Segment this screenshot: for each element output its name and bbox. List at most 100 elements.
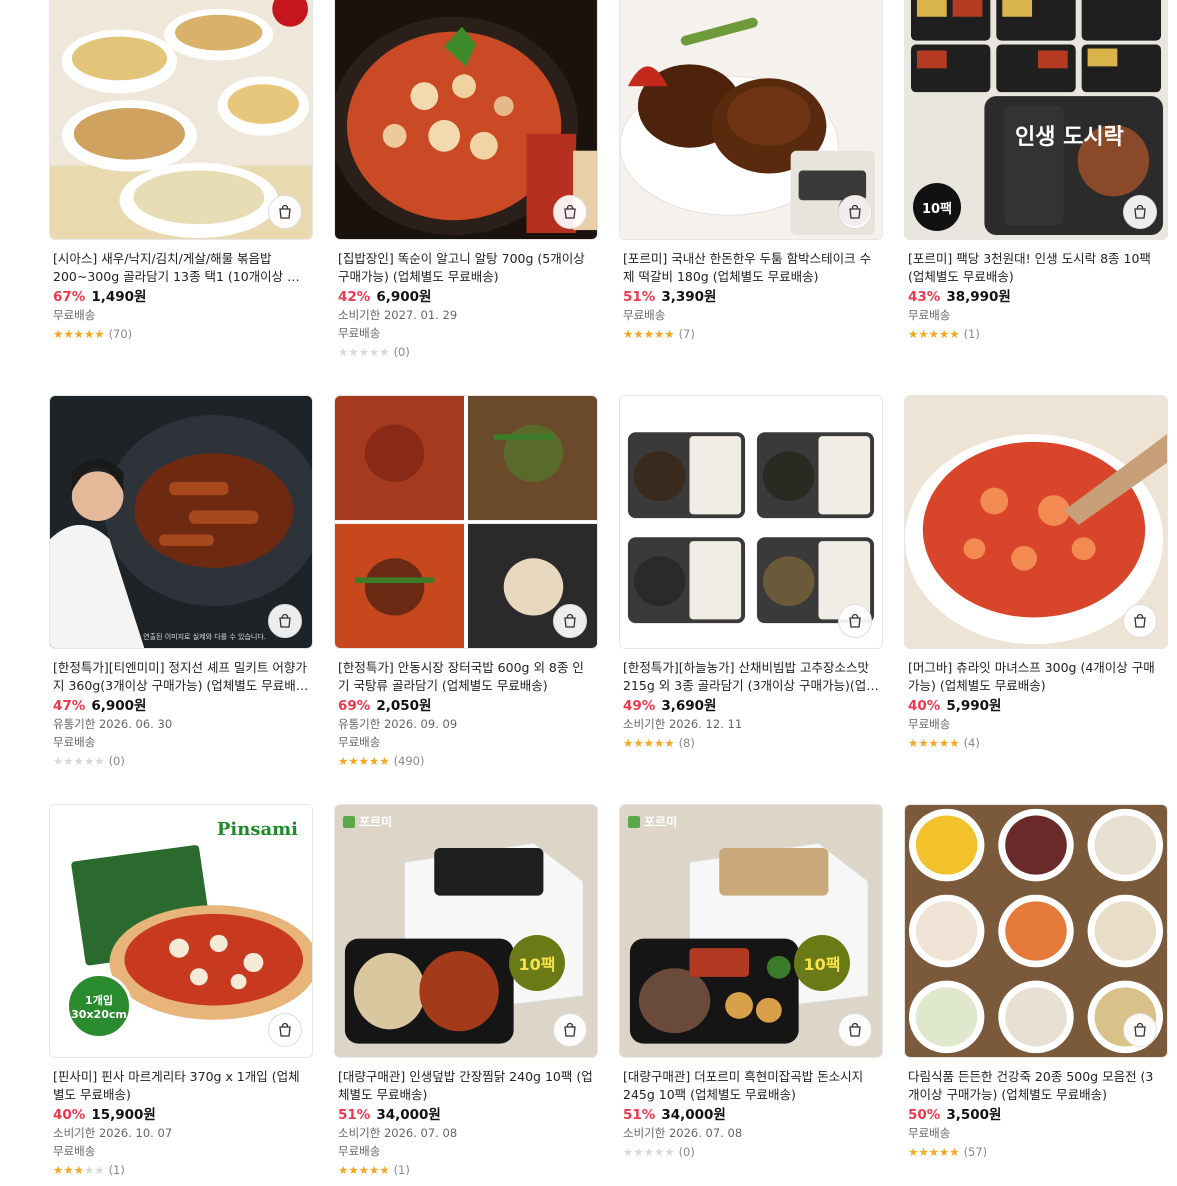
shopping-bag-icon	[279, 204, 291, 219]
product-title[interactable]: [시아스] 새우/낙지/김치/게살/해물 볶음밥 200~300g 골라담기 1…	[49, 250, 313, 286]
review-count: (57)	[963, 1145, 988, 1159]
star-icon: ★	[908, 1145, 919, 1159]
rating: ★★★★★ (1)	[49, 1161, 313, 1179]
star-icon: ★	[94, 1163, 105, 1177]
add-to-cart-button[interactable]	[838, 195, 872, 229]
star-icon: ★	[338, 754, 349, 768]
star-icon: ★	[73, 754, 84, 768]
add-to-cart-button[interactable]	[1123, 195, 1157, 229]
rating: ★★★★★ (490)	[334, 752, 598, 770]
product-title[interactable]: [집밥장인] 똑순이 알고니 알탕 700g (5개이상 구매가능) (업체별도…	[334, 250, 598, 286]
shipping-info: 무료배송	[908, 717, 951, 731]
add-to-cart-button[interactable]	[553, 195, 587, 229]
shopping-bag-icon	[1134, 613, 1146, 628]
brand-tag: 포르미	[628, 813, 677, 830]
shopping-bag-icon	[849, 1022, 861, 1037]
rating: ★★★★★ (70)	[49, 325, 313, 343]
star-icon: ★★★★★	[53, 752, 105, 770]
product-card[interactable]: [시아스] 새우/낙지/김치/게살/해물 볶음밥 200~300g 골라담기 1…	[49, 0, 313, 343]
product-title[interactable]: [한정특가][하늘농가] 산채비빔밥 고추장소스맛 215g 외 3종 골라담기…	[619, 659, 883, 695]
product-image[interactable]: 연출된 이미지로 실제와 다를 수 있습니다.	[49, 395, 313, 649]
product-image[interactable]	[904, 395, 1168, 649]
product-image[interactable]	[49, 0, 313, 240]
review-count: (0)	[678, 1145, 695, 1159]
product-image[interactable]: 포르미 10팩	[334, 804, 598, 1058]
pack-size-badge: 1개입 30x20cm	[66, 973, 132, 1039]
product-title[interactable]: [핀사미] 핀사 마르게리타 370g x 1개입 (업체별도 무료배송)	[49, 1068, 313, 1104]
product-card[interactable]: [포르미] 국내산 한돈한우 두툼 함박스테이크 수제 떡갈비 180g (업체…	[619, 0, 883, 343]
add-to-cart-button[interactable]	[1123, 1013, 1157, 1047]
product-image[interactable]: 포르미 10팩	[619, 804, 883, 1058]
star-icon: ★	[918, 327, 929, 341]
product-image[interactable]: 인생 도시락 10팩	[904, 0, 1168, 240]
add-to-cart-button[interactable]	[553, 1013, 587, 1047]
discount-rate: 47%	[53, 698, 86, 714]
star-icon: ★	[653, 327, 665, 341]
add-to-cart-button[interactable]	[553, 604, 587, 638]
add-to-cart-button[interactable]	[1123, 604, 1157, 638]
product-title[interactable]: 다림식품 든든한 건강죽 20종 500g 모음전 (3개이상 구매가능) (업…	[904, 1068, 1168, 1104]
star-icon: ★	[938, 327, 950, 341]
product-card[interactable]: [한정특가][하늘농가] 산채비빔밥 고추장소스맛 215g 외 3종 골라담기…	[619, 395, 883, 752]
product-title[interactable]: [대량구매관] 인생덮밥 간장찜닭 240g 10팩 (업체별도 무료배송)	[334, 1068, 598, 1104]
product-card[interactable]: 연출된 이미지로 실제와 다를 수 있습니다. [한정특가][티엔미미] 정지선…	[49, 395, 313, 770]
add-to-cart-button[interactable]	[838, 604, 872, 638]
shopping-bag-icon	[1134, 204, 1146, 219]
pack-count-badge: 10팩	[794, 935, 850, 991]
discount-rate: 69%	[338, 698, 371, 714]
product-image[interactable]	[334, 395, 598, 649]
product-title[interactable]: [한정특가][티엔미미] 정지선 셰프 밀키트 어향가지 360g(3개이상 구…	[49, 659, 313, 695]
rating: ★★★★★ (0)	[334, 343, 598, 361]
product-image[interactable]	[904, 804, 1168, 1058]
expiry-date: 소비기한 2026. 07. 08	[338, 1126, 458, 1140]
add-to-cart-button[interactable]	[268, 195, 302, 229]
product-card[interactable]: [집밥장인] 똑순이 알고니 알탕 700g (5개이상 구매가능) (업체별도…	[334, 0, 598, 361]
product-card[interactable]: Pinsami 1개입 30x20cm [핀사미] 핀사 마르게리타 370g …	[49, 804, 313, 1179]
product-card[interactable]: 다림식품 든든한 건강죽 20종 500g 모음전 (3개이상 구매가능) (업…	[904, 804, 1168, 1161]
product-image[interactable]	[334, 0, 598, 240]
product-card[interactable]: 포르미 10팩 [대량구매관] 인생덮밥 간장찜닭 240g 10팩 (업체별도…	[334, 804, 598, 1179]
product-card[interactable]: [머그바] 츄라잇 마녀스프 300g (4개이상 구매가능) (업체별도 무료…	[904, 395, 1168, 752]
product-card[interactable]: 인생 도시락 10팩 [포르미] 팩당 3천원대! 인생 도시락 8종 10팩 …	[904, 0, 1168, 343]
product-price: 3,500원	[946, 1107, 1002, 1123]
brand-tag: 포르미	[343, 813, 392, 830]
rating: ★★★★★ (57)	[904, 1143, 1168, 1161]
star-icon: ★★★★★	[908, 325, 960, 343]
product-image[interactable]: Pinsami 1개입 30x20cm	[49, 804, 313, 1058]
product-price: 34,000원	[376, 1107, 441, 1123]
expiry-date: 유통기한 2026. 06. 30	[53, 717, 173, 731]
product-title[interactable]: [포르미] 팩당 3천원대! 인생 도시락 8종 10팩 (업체별도 무료배송)	[904, 250, 1168, 286]
star-icon: ★	[928, 1145, 939, 1159]
shipping-info: 무료배송	[338, 326, 381, 340]
star-icon: ★	[94, 754, 105, 768]
rating: ★★★★★ (1)	[904, 325, 1168, 343]
review-count: (70)	[108, 327, 133, 341]
shopping-bag-icon	[849, 204, 861, 219]
star-icon: ★	[928, 327, 939, 341]
add-to-cart-button[interactable]	[268, 1013, 302, 1047]
star-icon: ★★★★★	[623, 325, 675, 343]
add-to-cart-button[interactable]	[268, 604, 302, 638]
star-icon: ★	[73, 1163, 84, 1177]
product-label: 인생 도시락	[1015, 125, 1124, 150]
product-card[interactable]: 포르미 10팩 [대량구매관] 더포르미 흑현미잡곡밥 돈소시지 245g 10…	[619, 804, 883, 1161]
star-icon: ★	[664, 327, 675, 341]
product-price: 6,900원	[91, 698, 147, 714]
expiry-date: 소비기한 2026. 07. 08	[623, 1126, 743, 1140]
product-title[interactable]: [한정특가] 안동시장 장터국밥 600g 외 8종 인기 국탕류 골라담기 (…	[334, 659, 598, 695]
star-icon: ★★★★★	[338, 1161, 390, 1179]
product-title[interactable]: [대량구매관] 더포르미 흑현미잡곡밥 돈소시지 245g 10팩 (업체별도 …	[619, 1068, 883, 1104]
product-card[interactable]: [한정특가] 안동시장 장터국밥 600g 외 8종 인기 국탕류 골라담기 (…	[334, 395, 598, 770]
product-title[interactable]: [머그바] 츄라잇 마녀스프 300g (4개이상 구매가능) (업체별도 무료…	[904, 659, 1168, 695]
product-image[interactable]	[619, 0, 883, 240]
star-icon: ★	[643, 1145, 654, 1159]
star-icon: ★	[633, 736, 644, 750]
pack-count-badge: 10팩	[509, 935, 565, 991]
product-image[interactable]	[619, 395, 883, 649]
star-icon: ★★★★★	[623, 1143, 675, 1161]
review-count: (0)	[393, 345, 410, 359]
product-title[interactable]: [포르미] 국내산 한돈한우 두툼 함박스테이크 수제 떡갈비 180g (업체…	[619, 250, 883, 286]
product-price: 3,390원	[661, 289, 717, 305]
add-to-cart-button[interactable]	[838, 1013, 872, 1047]
shipping-info: 무료배송	[338, 1144, 381, 1158]
